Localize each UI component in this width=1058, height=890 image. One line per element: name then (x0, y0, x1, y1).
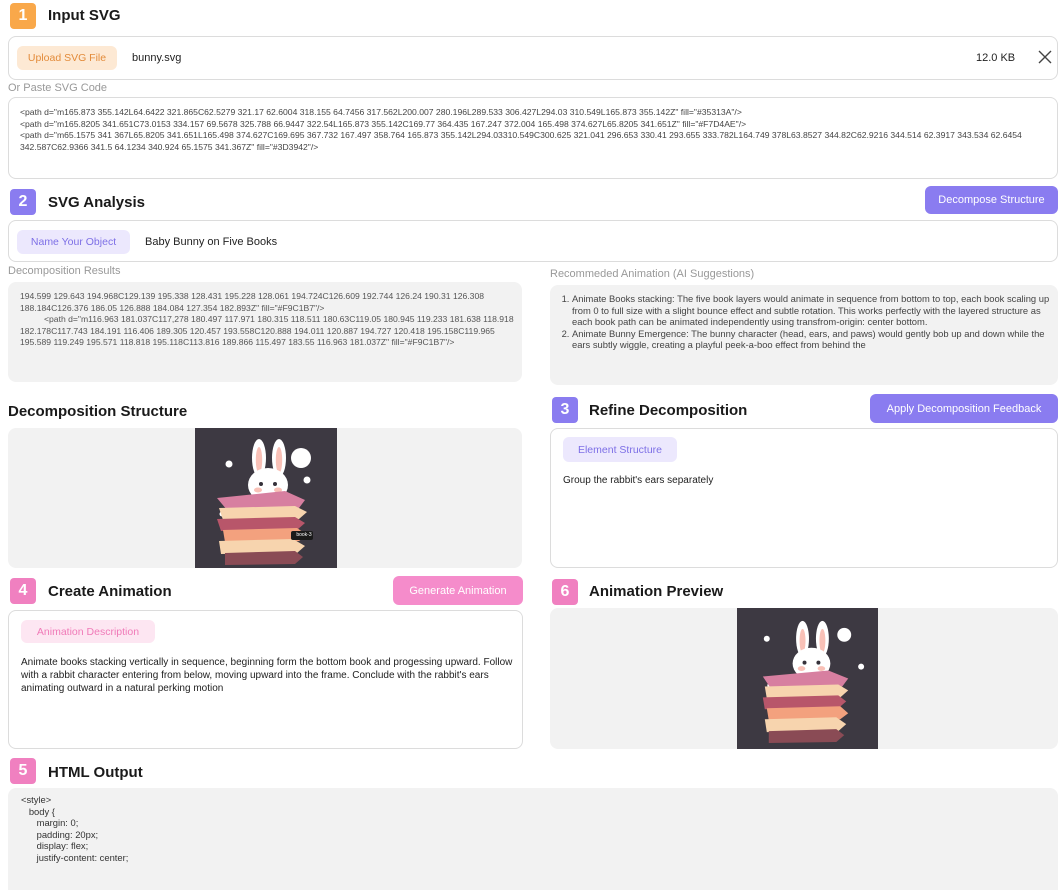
refine-feedback-text: Group the rabbit's ears separately (563, 475, 714, 486)
step-badge-5: 5 (10, 758, 36, 784)
element-structure-chip[interactable]: Element Structure (563, 437, 677, 462)
name-your-object-chip[interactable]: Name Your Object (17, 230, 130, 254)
suggestion-item: Animate Bunny Emergence: The bunny chara… (572, 328, 1052, 351)
create-animation-title: Create Animation (48, 583, 172, 600)
refine-decomposition-title: Refine Decomposition (589, 402, 748, 419)
step-badge-2: 2 (10, 189, 36, 215)
close-icon[interactable] (1034, 46, 1056, 68)
animation-description-text: Animate books stacking vertically in seq… (21, 657, 513, 694)
file-size: 12.0 KB (976, 52, 1016, 64)
step-badge-6: 6 (552, 579, 578, 605)
ai-suggestions-label: Recommeded Animation (AI Suggestions) (550, 268, 755, 280)
results-code-line: 194.599 129.643 194.968C129.139 195.338 … (20, 291, 485, 313)
svg-code-line: <path d="m65.1575 341 367L65.8205 341.65… (20, 130, 1022, 152)
animation-preview-image (737, 608, 878, 749)
svg-code-line: <path d="m165.873 355.142L64.6422 321.86… (20, 107, 742, 117)
paste-svg-label: Or Paste SVG Code (8, 82, 108, 94)
html-output-code: <style> body { margin: 0; padding: 20px;… (21, 794, 128, 863)
step-badge-1: 1 (10, 3, 36, 29)
html-code-line: margin: 0; (21, 817, 79, 828)
svg-code-text: <path d="m165.873 355.142L64.6422 321.86… (20, 107, 1050, 153)
decomposition-results-text: 194.599 129.643 194.968C129.139 195.338 … (20, 291, 515, 349)
object-name-value[interactable]: Baby Bunny on Five Books (145, 236, 277, 248)
suggestion-item: Animate Books stacking: The five book la… (572, 293, 1052, 328)
html-code-line: justify-content: center; (21, 851, 129, 863)
input-svg-title: Input SVG (48, 7, 121, 24)
decomposition-bunny-image (195, 428, 337, 568)
upload-svg-button[interactable]: Upload SVG File (17, 46, 117, 70)
book-tag-label: book-3 (296, 532, 312, 538)
html-output-title: HTML Output (48, 764, 143, 781)
decompose-structure-button[interactable]: Decompose Structure (925, 186, 1058, 214)
html-code-line: <style> (21, 794, 52, 805)
html-code-line: padding: 20px; (21, 828, 99, 840)
animation-description-chip[interactable]: Animation Description (21, 620, 155, 643)
html-output-box[interactable] (8, 788, 1058, 890)
step-badge-3: 3 (552, 397, 578, 423)
animation-preview-title: Animation Preview (589, 583, 724, 600)
apply-decomposition-feedback-button[interactable]: Apply Decomposition Feedback (870, 394, 1058, 423)
ai-suggestions-list: Animate Books stacking: The five book la… (552, 293, 1052, 381)
html-code-line: body { (21, 805, 55, 817)
svg-analysis-title: SVG Analysis (48, 194, 145, 211)
html-code-line: display: flex; (21, 840, 89, 851)
svg-code-line: <path d="m165.8205 341.651C73.0153 334.1… (20, 118, 747, 129)
decomposition-structure-title: Decomposition Structure (8, 403, 188, 420)
step-badge-4: 4 (10, 578, 36, 604)
results-code-line: <path d="m116.963 181.037C117,278 180.49… (20, 314, 514, 348)
generate-animation-button[interactable]: Generate Animation (393, 576, 523, 605)
decomposition-results-label: Decomposition Results (8, 265, 121, 277)
file-name: bunny.svg (132, 52, 182, 64)
